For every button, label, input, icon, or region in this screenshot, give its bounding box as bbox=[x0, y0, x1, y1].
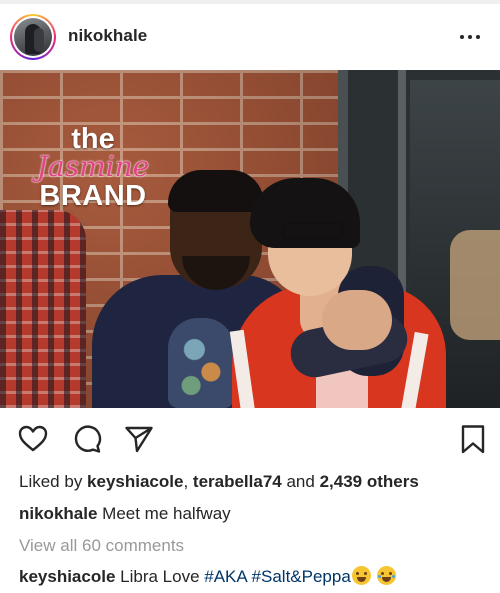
bookmark-icon[interactable] bbox=[458, 424, 488, 454]
action-bar bbox=[0, 408, 500, 468]
likes-others-count[interactable]: 2,439 others bbox=[320, 472, 419, 491]
comment-username[interactable]: keyshiacole bbox=[19, 567, 115, 586]
hashtag-link[interactable]: #Salt&Peppa bbox=[252, 567, 351, 586]
more-options-icon[interactable] bbox=[458, 30, 482, 44]
watermark-logo: the Jasmine BRAND bbox=[18, 123, 168, 212]
post-photo[interactable]: the Jasmine BRAND bbox=[0, 70, 500, 408]
glasses bbox=[282, 222, 344, 240]
post-caption: nikokhale Meet me halfway bbox=[19, 504, 231, 524]
caption-text: Meet me halfway bbox=[102, 504, 231, 523]
weary-face-emoji-icon bbox=[351, 566, 371, 585]
hashtag-link[interactable]: #AKA bbox=[204, 567, 247, 586]
post-author-username[interactable]: nikokhale bbox=[68, 26, 147, 46]
comment-item: keyshiacole Libra Love #AKA #Salt&Peppa bbox=[19, 566, 396, 587]
avatar-image bbox=[14, 18, 52, 56]
comment-icon[interactable] bbox=[72, 424, 102, 454]
avatar[interactable] bbox=[10, 14, 56, 60]
plaid-shirt-person bbox=[0, 210, 86, 408]
post-header: nikokhale bbox=[0, 4, 500, 70]
share-icon[interactable] bbox=[124, 424, 154, 454]
liker-username[interactable]: keyshiacole bbox=[87, 472, 183, 491]
watermark-the: the bbox=[71, 123, 115, 155]
view-all-comments-link[interactable]: View all 60 comments bbox=[19, 536, 184, 556]
comment-text: Libra Love bbox=[120, 567, 205, 586]
heart-icon[interactable] bbox=[18, 424, 48, 454]
caption-username[interactable]: nikokhale bbox=[19, 504, 97, 523]
watermark-brand: BRAND bbox=[39, 180, 147, 212]
tears-of-joy-emoji-icon bbox=[376, 566, 396, 585]
sweatshirt-print bbox=[168, 318, 234, 408]
liker-username[interactable]: terabella74 bbox=[193, 472, 282, 491]
woman-hand bbox=[322, 290, 392, 350]
likes-summary[interactable]: Liked by keyshiacole, terabella74 and 2,… bbox=[19, 472, 419, 492]
watermark-jasmine: Jasmine bbox=[36, 150, 150, 183]
